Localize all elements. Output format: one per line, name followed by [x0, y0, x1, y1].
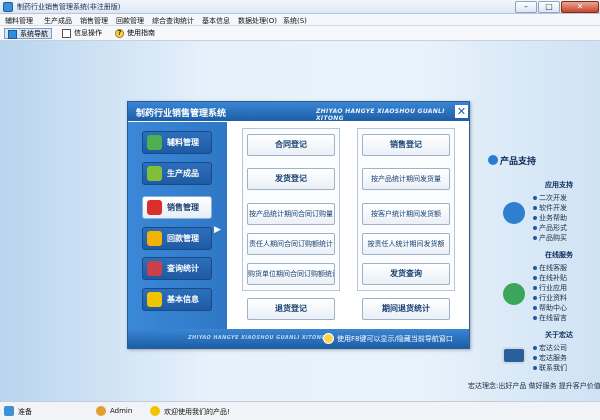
payment-icon: [147, 231, 162, 246]
dialog-close-button[interactable]: ✕: [455, 105, 468, 118]
document-icon: [62, 28, 71, 38]
service-link[interactable]: 帮助中心: [533, 303, 567, 313]
support-link[interactable]: 业务帮助: [533, 213, 567, 223]
footer-subtitle: ZHIYAO HANGYE XIAOSHOU GUANLI XITONG: [188, 335, 326, 341]
help-icon: ?: [115, 28, 124, 38]
info-operation-button[interactable]: 信息操作: [62, 28, 102, 39]
system-nav-label: 系统导航: [20, 30, 48, 38]
contract-register-button[interactable]: 合同登记: [247, 134, 335, 156]
navigation-dialog: 制药行业销售管理系统 ZHIYAO HANGYE XIAOSHOU GUANLI…: [127, 101, 470, 349]
user-guide-label: 使用指南: [127, 29, 155, 37]
about-title: 关于宏达: [545, 331, 573, 339]
sidebar-item-payment[interactable]: 回款管理: [142, 227, 212, 250]
dialog-header: 制药行业销售管理系统 ZHIYAO HANGYE XIAOSHOU GUANLI…: [128, 102, 469, 122]
product-delivery-qty-stats-button[interactable]: 按产品统计期间发货量: [362, 168, 450, 190]
service-link[interactable]: 在线客服: [533, 263, 567, 273]
user-guide-button[interactable]: ? 使用指南: [115, 28, 155, 39]
materials-icon: [147, 135, 162, 150]
sidebar-item-label: 辅料管理: [167, 138, 199, 147]
sales-register-button[interactable]: 销售登记: [362, 134, 450, 156]
menu-basic-info[interactable]: 基本信息: [202, 16, 230, 26]
status-welcome: 欢迎使用我们的产品!: [164, 408, 230, 416]
support-link[interactable]: 产品购买: [533, 233, 567, 243]
products-icon: [147, 166, 162, 181]
online-service-title: 在线服务: [545, 251, 573, 259]
monitor-icon: [502, 347, 526, 364]
menu-products[interactable]: 生产成品: [44, 16, 72, 26]
sidebar-item-label: 基本信息: [167, 295, 199, 304]
customer-delivery-amount-stats-button[interactable]: 按客户统计期间发货额: [362, 203, 450, 225]
app-support-title: 应用支持: [545, 181, 573, 189]
ready-icon: [4, 406, 14, 416]
support-link[interactable]: 软件开发: [533, 203, 567, 213]
smile-icon: [150, 406, 160, 416]
sales-icon: [147, 200, 162, 215]
sidebar-item-label: 销售管理: [167, 203, 199, 212]
support-link[interactable]: 二次开发: [533, 193, 567, 203]
sidebar-item-label: 生产成品: [167, 169, 199, 178]
sales-module-content: 合同登记 发货登记 按产品统计期间合同订购量 责任人期间合同订购额统计 购货单位…: [228, 122, 469, 329]
status-bar: 准备 Admin 欢迎使用我们的产品!: [0, 401, 600, 420]
menu-data-process[interactable]: 数据处理(O): [238, 16, 277, 26]
person-contract-amount-stats-button[interactable]: 责任人期间合同订购额统计: [247, 233, 335, 255]
delivery-register-button[interactable]: 发货登记: [247, 168, 335, 190]
info-icon: [147, 292, 162, 307]
menu-sales[interactable]: 销售管理: [80, 16, 108, 26]
about-link[interactable]: 宏达公司: [533, 343, 567, 353]
about-link[interactable]: 联系我们: [533, 363, 567, 373]
sidebar-item-products[interactable]: 生产成品: [142, 162, 212, 185]
support-icon: [488, 155, 498, 165]
app-icon: [3, 2, 13, 12]
user-icon: [96, 406, 106, 416]
dialog-subtitle: ZHIYAO HANGYE XIAOSHOU GUANLI XITONG: [316, 108, 445, 122]
dialog-footer: ZHIYAO HANGYE XIAOSHOU GUANLI XITONG 使用F…: [128, 329, 469, 348]
module-sidebar: 辅料管理 生产成品 销售管理 回款管理 查询统计 基本信息 ▶: [128, 122, 227, 329]
service-link[interactable]: 行业资料: [533, 293, 567, 303]
person-delivery-amount-stats-button[interactable]: 按责任人统计期间发货额: [362, 233, 450, 255]
delivery-query-button[interactable]: 发货查询: [362, 263, 450, 285]
maximize-button[interactable]: □: [538, 1, 560, 13]
chevron-right-icon: ▶: [214, 225, 221, 235]
product-contract-qty-stats-button[interactable]: 按产品统计期间合同订购量: [247, 203, 335, 225]
about-link[interactable]: 宏达服务: [533, 353, 567, 363]
toolbar: 系统导航 信息操作 ? 使用指南: [0, 26, 600, 41]
service-link[interactable]: 在线留言: [533, 313, 567, 323]
footer-hint: 使用F8键可以显示/隐藏当前导航窗口: [337, 335, 453, 343]
menu-materials[interactable]: 辅料管理: [5, 16, 33, 26]
menu-system[interactable]: 系统(S): [283, 16, 307, 26]
company-slogan: 宏达理念:出好产品 做好服务 提升客户价值!: [468, 382, 600, 390]
service-link[interactable]: 行业应用: [533, 283, 567, 293]
return-stats-button[interactable]: 期间退货统计: [362, 298, 450, 320]
navigation-icon: [8, 29, 17, 39]
globe-icon: [503, 283, 525, 305]
status-ready: 准备: [18, 408, 32, 416]
minimize-button[interactable]: –: [515, 1, 537, 13]
support-heading: 产品支持: [500, 157, 537, 167]
menu-query-stats[interactable]: 综合查询统计: [152, 16, 194, 26]
window-title: 制药行业销售管理系统(非注册版): [17, 3, 121, 11]
service-link[interactable]: 在线补贴: [533, 273, 567, 283]
title-bar: 制药行业销售管理系统(非注册版) – □ ✕: [0, 0, 600, 14]
sidebar-item-basic-info[interactable]: 基本信息: [142, 288, 212, 311]
status-user: Admin: [110, 407, 133, 415]
sidebar-item-sales[interactable]: 销售管理: [142, 196, 212, 219]
system-nav-button[interactable]: 系统导航: [4, 28, 52, 39]
return-register-button[interactable]: 退货登记: [247, 298, 335, 320]
menu-bar: 辅料管理 生产成品 销售管理 回款管理 综合查询统计 基本信息 数据处理(O) …: [0, 14, 600, 26]
close-button[interactable]: ✕: [561, 1, 599, 13]
sidebar-item-label: 回款管理: [167, 234, 199, 243]
info-operation-label: 信息操作: [74, 29, 102, 37]
sidebar-item-query[interactable]: 查询统计: [142, 257, 212, 280]
support-link[interactable]: 产品形式: [533, 223, 567, 233]
query-icon: [147, 261, 162, 276]
hint-icon: [323, 333, 334, 344]
menu-payment[interactable]: 回款管理: [116, 16, 144, 26]
dialog-title: 制药行业销售管理系统: [136, 109, 227, 119]
sidebar-item-label: 查询统计: [167, 264, 199, 273]
arrow-icon: [503, 202, 525, 224]
unit-contract-amount-stats-button[interactable]: 购货单位期间合同订购额统计: [247, 263, 335, 285]
sidebar-item-materials[interactable]: 辅料管理: [142, 131, 212, 154]
